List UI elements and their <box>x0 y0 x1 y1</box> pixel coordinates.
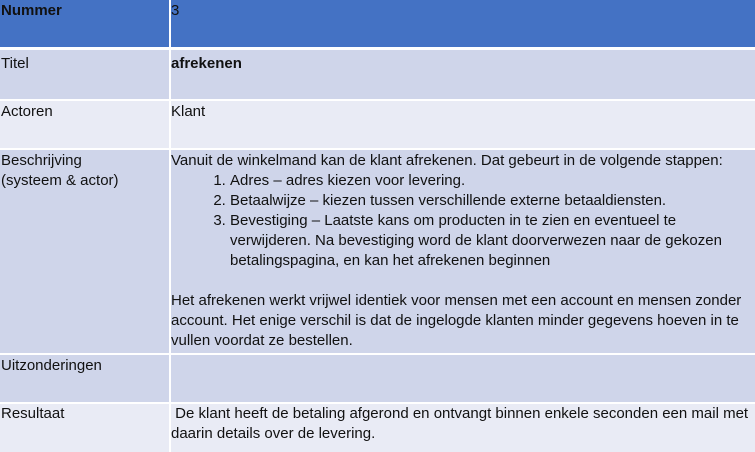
value-actoren: Klant <box>171 103 206 120</box>
value-resultaat: De klant heeft de betaling afgerond en o… <box>171 405 753 442</box>
row-titel: Titel afrekenen <box>0 50 755 99</box>
step-item: Adres – adres kiezen voor levering. <box>230 171 755 191</box>
label-beschrijving-line2: (systeem & actor) <box>1 172 119 189</box>
label-beschrijving: Beschrijving (systeem & actor) <box>0 150 169 353</box>
label-nummer: Nummer <box>0 0 169 47</box>
row-actoren: Actoren Klant <box>0 101 755 148</box>
beschrijving-outro: Het afrekenen werkt vrijwel identiek voo… <box>171 292 742 349</box>
row-resultaat: Resultaat De klant heeft de betaling afg… <box>0 404 755 452</box>
row-divider <box>0 402 755 404</box>
step-item: Bevestiging – Laatste kans om producten … <box>230 211 755 271</box>
value-nummer: 3 <box>171 0 755 47</box>
row-divider <box>0 99 755 101</box>
use-case-table: Nummer 3 Titel afrekenen Actoren Klant B… <box>0 0 755 452</box>
value-uitzonderingen <box>171 355 755 402</box>
row-beschrijving: Beschrijving (systeem & actor) Vanuit de… <box>0 150 755 353</box>
value-titel: afrekenen <box>171 55 242 72</box>
row-divider <box>0 353 755 355</box>
column-divider <box>169 0 171 452</box>
row-uitzonderingen: Uitzonderingen <box>0 355 755 402</box>
row-divider <box>0 47 755 50</box>
label-beschrijving-line1: Beschrijving <box>1 152 82 169</box>
beschrijving-steps: Adres – adres kiezen voor levering. Beta… <box>171 171 755 271</box>
label-resultaat: Resultaat <box>1 405 65 422</box>
row-nummer: Nummer 3 <box>0 0 755 47</box>
step-item: Betaalwijze – kiezen tussen verschillend… <box>230 191 755 211</box>
label-actoren: Actoren <box>1 103 53 120</box>
value-beschrijving: Vanuit de winkelmand kan de klant afreke… <box>171 150 755 353</box>
label-titel: Titel <box>1 55 29 72</box>
beschrijving-intro: Vanuit de winkelmand kan de klant afreke… <box>171 152 723 169</box>
label-uitzonderingen: Uitzonderingen <box>1 357 102 374</box>
row-divider <box>0 148 755 150</box>
